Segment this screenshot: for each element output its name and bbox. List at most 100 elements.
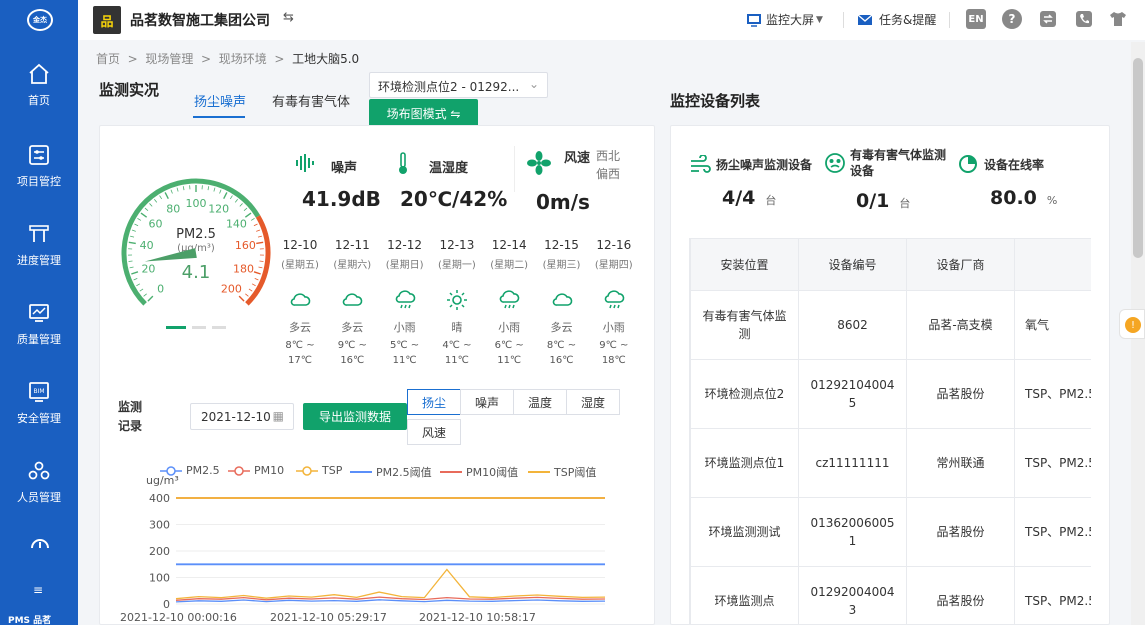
gauge-tick bbox=[139, 288, 144, 292]
online-rate-value: 80.0 bbox=[990, 187, 1037, 209]
gauge-label: PM2.5 bbox=[176, 227, 216, 242]
sidebar-item-quality[interactable]: 质量管理 bbox=[0, 301, 78, 361]
gauge-tick bbox=[133, 278, 138, 281]
carousel-dot[interactable] bbox=[212, 326, 226, 329]
gauge-tick bbox=[176, 187, 179, 192]
gauge-tick bbox=[257, 235, 262, 238]
gas-device-unit: 台 bbox=[899, 197, 911, 210]
table-row[interactable]: 环境检测点位2 012921040045 品茗股份 TSP、PM2.5 bbox=[690, 359, 1091, 429]
monitor-live-title: 监测实况 bbox=[99, 81, 160, 99]
breadcrumb-home[interactable]: 首页 bbox=[96, 52, 120, 66]
table-cell: 品茗股份 bbox=[906, 566, 1015, 625]
gauge-tick-label: 60 bbox=[149, 218, 163, 231]
table-cell: 012921040045 bbox=[798, 359, 907, 429]
weather-condition: 多云 bbox=[341, 321, 364, 334]
cloud-icon bbox=[342, 293, 363, 306]
company-name: 品茗数智施工集团公司 bbox=[130, 13, 270, 29]
phone-icon[interactable] bbox=[1074, 9, 1094, 29]
pm25-gauge: 020406080 100 120140160180200 PM2.5 (μg/m³… bbox=[121, 178, 271, 306]
gauge-tick bbox=[130, 235, 135, 238]
segment-humidity[interactable]: 湿度 bbox=[566, 389, 620, 415]
chevron-down-icon: ⌄ bbox=[528, 77, 539, 91]
segment-wind[interactable]: 风速 bbox=[407, 419, 461, 445]
menu-collapse-icon[interactable]: ≡ bbox=[33, 583, 43, 597]
online-rate-unit: % bbox=[1046, 194, 1058, 207]
table-header-cell: 安装位置 bbox=[690, 238, 799, 291]
table-row[interactable]: 环境监测点位1 cz11111111 常州联通 TSP、PM2.5 bbox=[690, 428, 1091, 498]
calendar-icon: ▦ bbox=[272, 409, 284, 423]
table-cell: 品茗-高支模 bbox=[906, 290, 1015, 360]
weather-day: 12-14 (星期二) 小雨 6℃ ~ 11℃ bbox=[483, 238, 535, 368]
gauge-tick-label: 80 bbox=[166, 202, 180, 215]
segment-dust[interactable]: 扬尘 bbox=[407, 389, 461, 415]
rain-icon bbox=[395, 290, 415, 309]
gauge-tick bbox=[259, 260, 264, 262]
record-title: 监测记录 bbox=[118, 400, 143, 433]
sidebar-item-project[interactable]: 项目管控 bbox=[0, 143, 78, 203]
sun-icon bbox=[446, 290, 467, 310]
table-row[interactable]: 环境监测测试 013620060051 品茗股份 TSP、PM2.5 bbox=[690, 497, 1091, 567]
gauge-tick bbox=[253, 223, 258, 227]
sidebar-item-people[interactable]: 人员管理 bbox=[0, 459, 78, 519]
rain-icon bbox=[499, 290, 520, 309]
gauge-tick bbox=[258, 266, 263, 269]
sidebar-item-home[interactable]: 首页 bbox=[0, 62, 78, 122]
record-date-picker[interactable]: 2021-12-10 ▦ bbox=[190, 403, 294, 430]
gauge-tick bbox=[223, 192, 228, 199]
export-data-button[interactable]: 导出监测数据 bbox=[303, 403, 407, 430]
refresh-icon[interactable] bbox=[1038, 9, 1058, 29]
segment-noise[interactable]: 噪声 bbox=[460, 389, 514, 415]
weather-day: 12-13 (星期一) 晴 4℃ ~ 11℃ bbox=[431, 238, 483, 368]
weather-date: 12-14 bbox=[491, 238, 527, 252]
layout-mode-button[interactable]: 场布图模式 ⇋ bbox=[369, 99, 478, 127]
tab-dust-noise[interactable]: 扬尘噪声 bbox=[194, 91, 246, 110]
shirt-icon[interactable] bbox=[1108, 9, 1128, 29]
quality-monitor-icon bbox=[29, 304, 49, 322]
dust-device-unit: 台 bbox=[765, 194, 777, 207]
page-scrollbar-thumb[interactable] bbox=[1133, 58, 1143, 258]
table-row[interactable]: 环境监测点 012920040043 品茗股份 TSP、PM2.5 bbox=[690, 566, 1091, 625]
gauge-tick-label: 160 bbox=[235, 239, 256, 252]
gauge-tick bbox=[140, 212, 148, 218]
monitor-screen-label: 监控大屏 bbox=[766, 13, 815, 27]
chart-y-tick: 300 bbox=[149, 519, 170, 532]
gauge-tick bbox=[128, 260, 133, 262]
weather-condition: 晴 bbox=[451, 321, 463, 334]
gauge-tick bbox=[238, 295, 245, 302]
carousel-dot[interactable] bbox=[192, 326, 206, 329]
sidebar-item-safety[interactable]: BIM 安全管理 bbox=[0, 380, 78, 440]
gauge-tick bbox=[154, 199, 158, 203]
tab-toxic-gas[interactable]: 有毒有害气体 bbox=[272, 91, 350, 110]
table-cell: TSP、PM2.5 bbox=[1014, 497, 1091, 567]
chart-y-label: ug/m³ bbox=[146, 474, 179, 487]
gauge-tick bbox=[250, 218, 255, 221]
top-header: 品 品茗数智施工集团公司 ⇆ 监控大屏 ▼ 任务&提醒 EN ? bbox=[78, 0, 1145, 40]
breadcrumb-site-management[interactable]: 现场管理 bbox=[145, 52, 193, 66]
gauge-tick bbox=[213, 187, 216, 192]
app-logo[interactable]: 金杰 bbox=[27, 9, 53, 31]
language-toggle[interactable]: EN bbox=[966, 9, 986, 29]
segment-temperature[interactable]: 温度 bbox=[513, 389, 567, 415]
breadcrumb-site-environment[interactable]: 现场环境 bbox=[219, 52, 267, 66]
table-row[interactable]: 有毒有害气体监测 8602 品茗-高支模 氧气 bbox=[690, 290, 1091, 360]
floating-notice-button[interactable]: ! bbox=[1119, 309, 1145, 339]
gauge-nav-icon[interactable] bbox=[30, 536, 50, 550]
help-icon[interactable]: ? bbox=[1002, 9, 1022, 29]
gauge-tick-label: 120 bbox=[208, 202, 229, 215]
weather-weekday: (星期日) bbox=[385, 260, 424, 271]
table-cell: 品茗股份 bbox=[906, 359, 1015, 429]
carousel-dot-active[interactable] bbox=[166, 326, 186, 329]
gauge-tick bbox=[229, 195, 233, 200]
sidebar-item-label: 项目管控 bbox=[17, 175, 61, 188]
device-table-container[interactable]: 安装位置 设备编号 设备厂商 有毒有害气体监测 8602 品茗-高支模 氧气 环境检测点位2… bbox=[689, 238, 1091, 625]
monitor-screen-button[interactable]: 监控大屏 ▼ bbox=[746, 11, 823, 28]
sidebar-item-progress[interactable]: 进度管理 bbox=[0, 222, 78, 282]
divider bbox=[949, 12, 950, 28]
notice-icon: ! bbox=[1125, 317, 1141, 333]
switch-company-icon[interactable]: ⇆ bbox=[283, 10, 294, 25]
monitor-point-select[interactable]: 环境检测点位2 - 01292... ⌄ bbox=[369, 72, 548, 98]
tasks-reminders-button[interactable]: 任务&提醒 bbox=[857, 11, 936, 28]
weather-temp-range: 4℃ ~ 11℃ bbox=[442, 340, 472, 366]
table-cell: TSP、PM2.5 bbox=[1014, 428, 1091, 498]
weather-day: 12-11 (星期六) 多云 9℃ ~ 16℃ bbox=[326, 238, 378, 368]
